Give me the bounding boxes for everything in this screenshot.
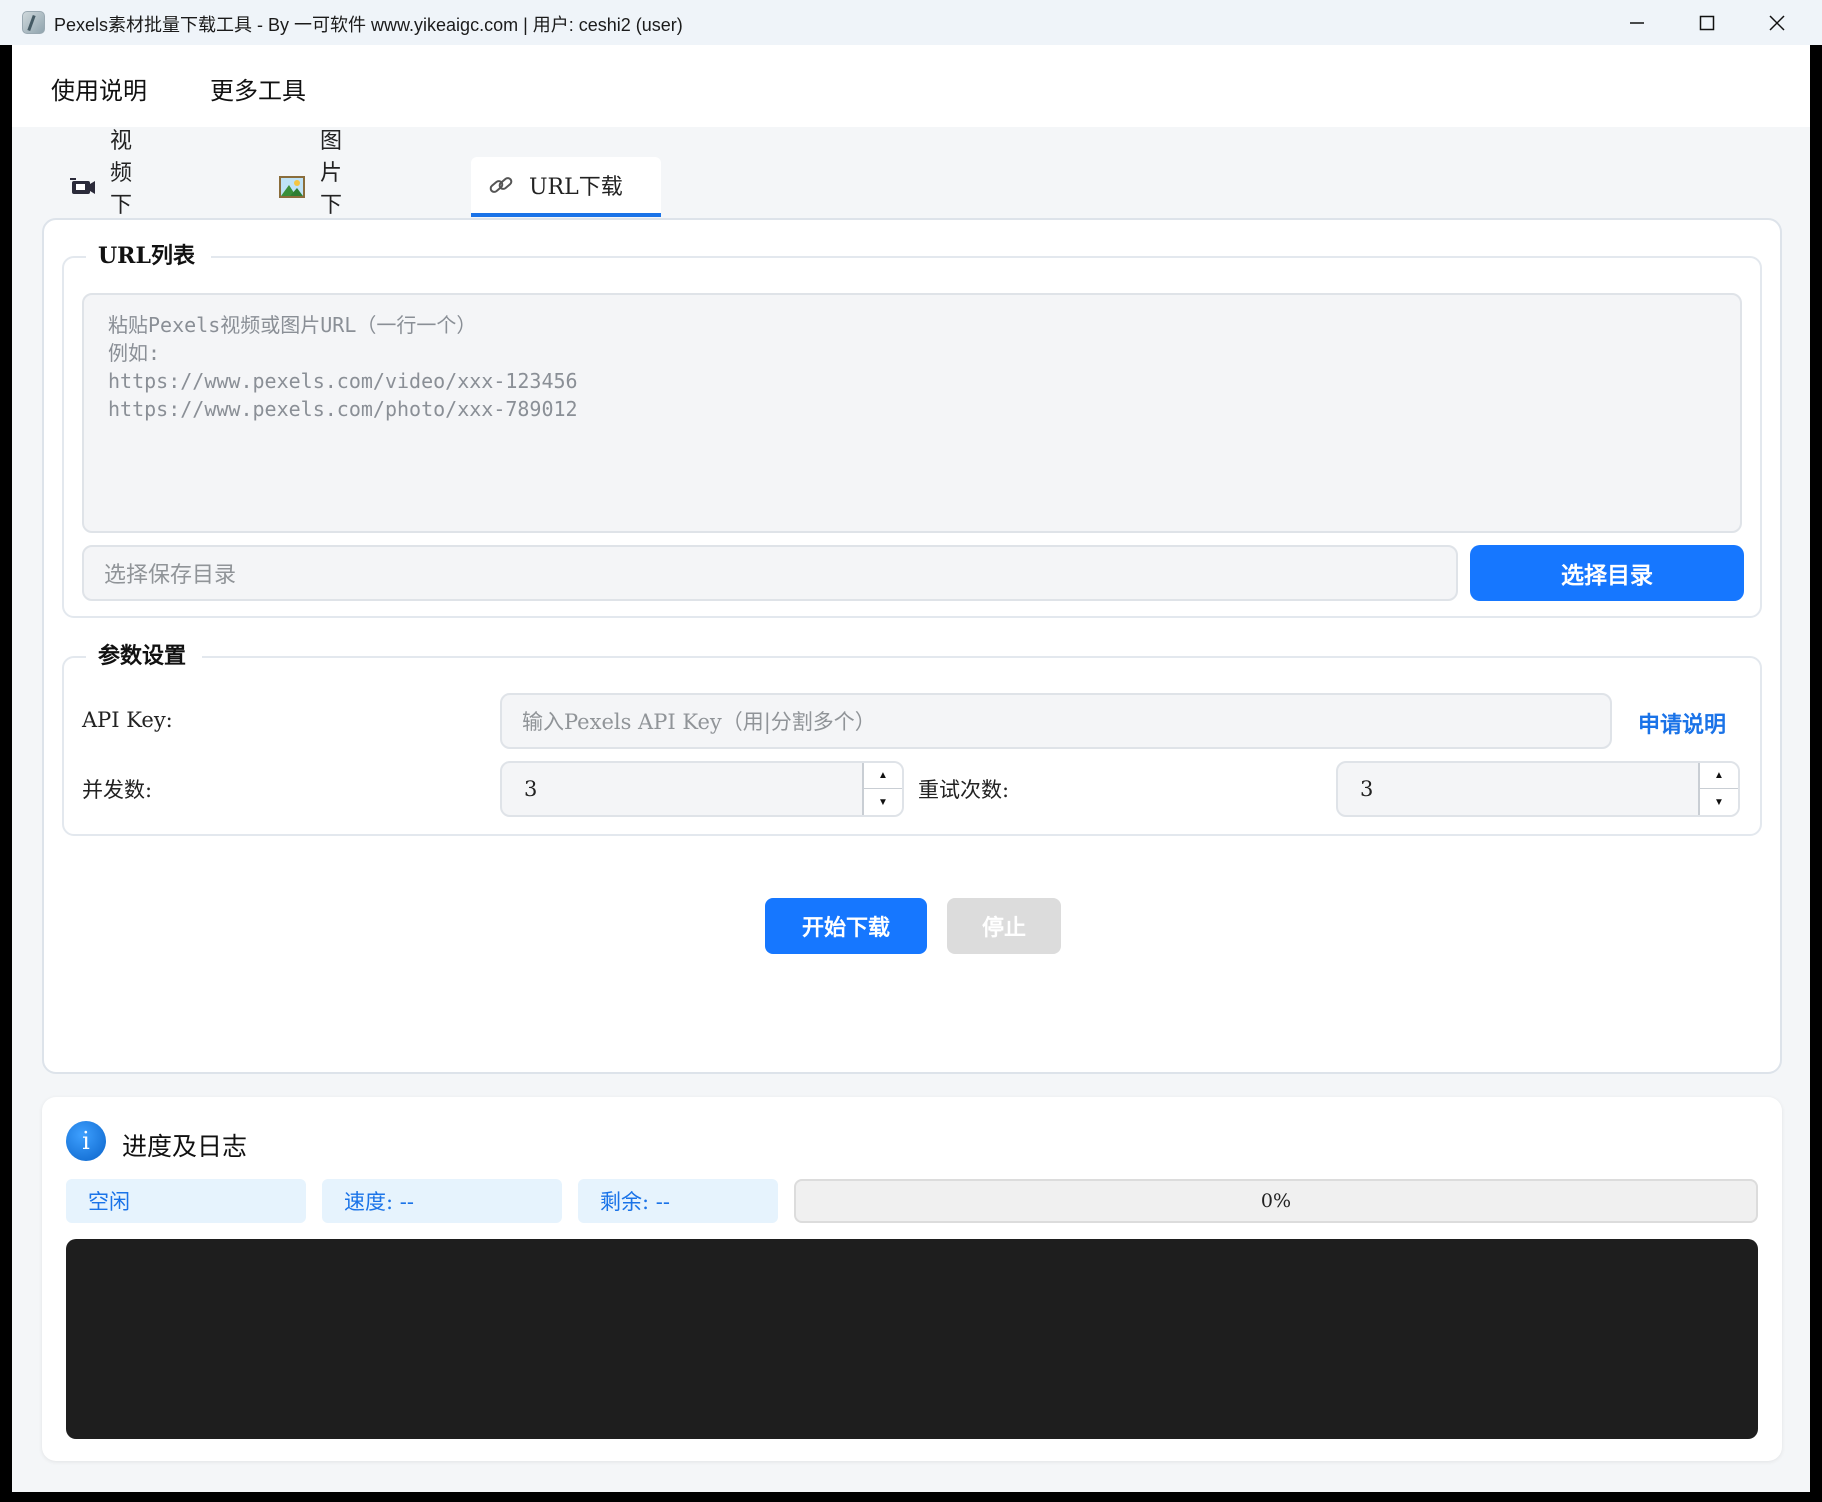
- api-key-input[interactable]: 输入Pexels API Key（用|分割多个）: [500, 693, 1612, 749]
- increment-button[interactable]: ▲: [1700, 763, 1738, 789]
- choose-dir-button[interactable]: 选择目录: [1470, 545, 1744, 601]
- tab-image-download[interactable]: 图片下载: [262, 129, 358, 250]
- link-icon: [487, 171, 515, 199]
- app-logo-icon: [22, 11, 45, 34]
- client-area: 使用说明 更多工具 视频下载 图片下载 URL下载: [12, 45, 1810, 1492]
- maximize-button[interactable]: [1672, 0, 1742, 45]
- caret-up-icon: ▲: [878, 770, 888, 781]
- log-console[interactable]: [66, 1239, 1758, 1439]
- title-bar[interactable]: Pexels素材批量下载工具 - By 一可软件 www.yikeaigc.co…: [0, 0, 1822, 45]
- url-download-panel: URL列表 粘贴Pexels视频或图片URL（一行一个） 例如: https:/…: [42, 218, 1782, 1074]
- speed-badge: 速度: --: [322, 1179, 562, 1223]
- minimize-icon: [1630, 21, 1644, 24]
- start-download-button[interactable]: 开始下载: [765, 898, 927, 954]
- concurrency-value: 3: [524, 777, 538, 801]
- caret-down-icon: ▼: [1714, 796, 1724, 808]
- menu-item-more-tools[interactable]: 更多工具: [210, 71, 306, 106]
- picture-icon: [278, 173, 306, 201]
- retry-stepper[interactable]: 3 ▲ ▼: [1336, 761, 1740, 817]
- params-legend: 参数设置: [86, 638, 203, 670]
- concurrency-spin-buttons: ▲ ▼: [862, 763, 902, 815]
- url-list-legend: URL列表: [86, 238, 211, 270]
- api-key-label: API Key:: [82, 708, 173, 732]
- url-list-group: URL列表 粘贴Pexels视频或图片URL（一行一个） 例如: https:/…: [62, 238, 1762, 618]
- increment-button[interactable]: ▲: [864, 763, 902, 789]
- log-title: 进度及日志: [122, 1133, 248, 1161]
- app-window: Pexels素材批量下载工具 - By 一可软件 www.yikeaigc.co…: [0, 0, 1822, 1502]
- retry-label: 重试次数:: [918, 778, 1010, 802]
- video-icon: [68, 173, 96, 201]
- concurrency-stepper[interactable]: 3 ▲ ▼: [500, 761, 904, 817]
- status-badge: 空闲: [66, 1179, 306, 1223]
- minimize-button[interactable]: [1602, 0, 1672, 45]
- caret-up-icon: ▲: [1714, 770, 1724, 781]
- decrement-button[interactable]: ▼: [864, 789, 902, 815]
- params-group: 参数设置 API Key: 输入Pexels API Key（用|分割多个） 申…: [62, 638, 1762, 836]
- window-title: Pexels素材批量下载工具 - By 一可软件 www.yikeaigc.co…: [54, 15, 683, 35]
- progress-log-panel: i 进度及日志 空闲 速度: -- 剩余: -- 0%: [42, 1097, 1782, 1461]
- concurrency-label: 并发数:: [82, 778, 153, 802]
- tab-video-download[interactable]: 视频下载: [52, 129, 148, 250]
- menu-item-usage[interactable]: 使用说明: [51, 71, 147, 106]
- menu-bar: 使用说明 更多工具: [12, 45, 1810, 127]
- tab-label: URL下载: [529, 175, 623, 200]
- remaining-badge: 剩余: --: [578, 1179, 778, 1223]
- url-textarea[interactable]: 粘贴Pexels视频或图片URL（一行一个） 例如: https://www.p…: [82, 293, 1742, 533]
- progress-bar: 0%: [794, 1179, 1758, 1223]
- progress-text: 0%: [1260, 1190, 1292, 1212]
- caret-down-icon: ▼: [878, 796, 888, 808]
- close-button[interactable]: [1742, 0, 1812, 45]
- stop-button[interactable]: 停止: [947, 898, 1061, 954]
- close-icon: [1769, 14, 1785, 31]
- maximize-icon: [1699, 15, 1715, 30]
- apply-guide-link[interactable]: 申请说明: [1638, 707, 1726, 739]
- retry-value: 3: [1360, 777, 1374, 801]
- tab-url-download[interactable]: URL下载: [471, 157, 661, 217]
- save-dir-input[interactable]: 选择保存目录: [82, 545, 1458, 601]
- info-icon: i: [66, 1121, 106, 1161]
- decrement-button[interactable]: ▼: [1700, 789, 1738, 815]
- retry-spin-buttons: ▲ ▼: [1698, 763, 1738, 815]
